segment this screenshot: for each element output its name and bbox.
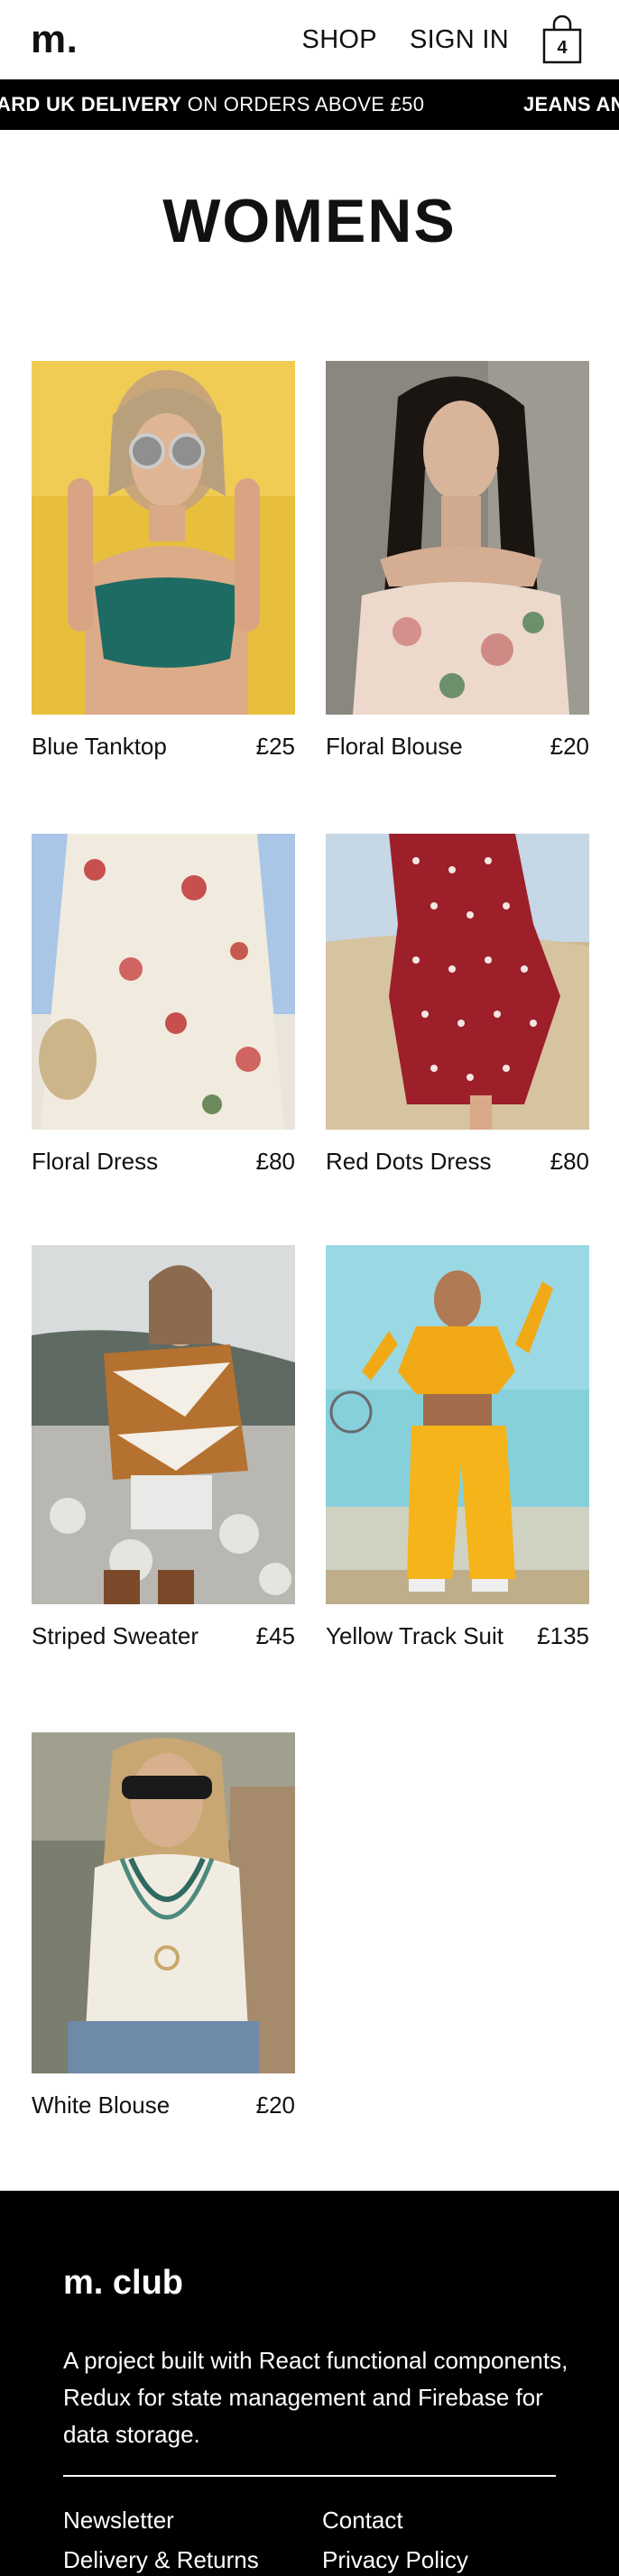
product-image[interactable] <box>32 834 295 1130</box>
footer-brand: m. club <box>63 2264 184 2302</box>
product-card[interactable]: Blue Tanktop £25 <box>32 361 295 762</box>
footer-link-contact[interactable]: Contact <box>322 2505 403 2535</box>
product-name: Blue Tanktop <box>32 733 167 760</box>
product-image[interactable] <box>32 1245 295 1604</box>
nav-sign-in-link[interactable]: SIGN IN <box>410 14 509 65</box>
product-image[interactable] <box>32 361 295 715</box>
promo-item-bold: ARD UK DELIVERY <box>0 93 182 115</box>
footer-divider <box>63 2475 556 2477</box>
promo-item-text: ON ORDERS ABOVE £50 <box>181 93 425 115</box>
promo-marquee: ARD UK DELIVERY ON ORDERS ABOVE £50 JEAN… <box>0 79 619 130</box>
site-logo[interactable]: m. <box>31 13 78 67</box>
product-card[interactable]: Red Dots Dress £80 <box>326 834 589 1177</box>
product-image[interactable] <box>326 834 589 1130</box>
product-price: £45 <box>255 1622 295 1649</box>
product-price: £80 <box>550 1148 589 1175</box>
product-image[interactable] <box>32 1732 295 2073</box>
product-price: £20 <box>550 733 589 760</box>
site-footer: m. club A project built with React funct… <box>0 2191 619 2576</box>
cart-button[interactable]: 4 <box>541 15 583 64</box>
product-name: Floral Dress <box>32 1148 159 1175</box>
product-name: Floral Blouse <box>326 733 463 760</box>
product-image[interactable] <box>326 361 589 715</box>
product-card[interactable]: Yellow Track Suit £135 <box>326 1245 589 1651</box>
product-card[interactable]: Floral Blouse £20 <box>326 361 589 762</box>
product-image[interactable] <box>326 1245 589 1604</box>
promo-item: ARD UK DELIVERY ON ORDERS ABOVE £50 <box>0 79 424 130</box>
product-card[interactable]: Floral Dress £80 <box>32 834 295 1177</box>
main-nav: SHOP SIGN IN 4 <box>302 14 583 65</box>
product-price: £135 <box>537 1622 589 1649</box>
nav-shop-link[interactable]: SHOP <box>302 14 377 65</box>
product-price: £20 <box>255 2091 295 2119</box>
footer-link-delivery-returns[interactable]: Delivery & Returns <box>63 2544 259 2575</box>
footer-description: A project built with React functional co… <box>63 2347 568 2448</box>
product-price: £25 <box>255 733 295 760</box>
product-name: White Blouse <box>32 2091 171 2119</box>
product-name: Red Dots Dress <box>326 1148 492 1175</box>
product-price: £80 <box>255 1148 295 1175</box>
promo-item: JEANS AN <box>523 79 619 130</box>
site-header: m. SHOP SIGN IN 4 <box>0 0 619 79</box>
product-name: Yellow Track Suit <box>326 1622 504 1649</box>
page-title: WOMENS <box>162 187 457 255</box>
product-name: Striped Sweater <box>32 1622 199 1649</box>
product-card[interactable]: White Blouse £20 <box>32 1732 295 2120</box>
product-card[interactable]: Striped Sweater £45 <box>32 1245 295 1651</box>
promo-item-bold: JEANS AN <box>523 93 619 115</box>
footer-link-newsletter[interactable]: Newsletter <box>63 2505 174 2535</box>
cart-count: 4 <box>557 38 568 58</box>
footer-link-privacy-policy[interactable]: Privacy Policy <box>322 2544 468 2575</box>
